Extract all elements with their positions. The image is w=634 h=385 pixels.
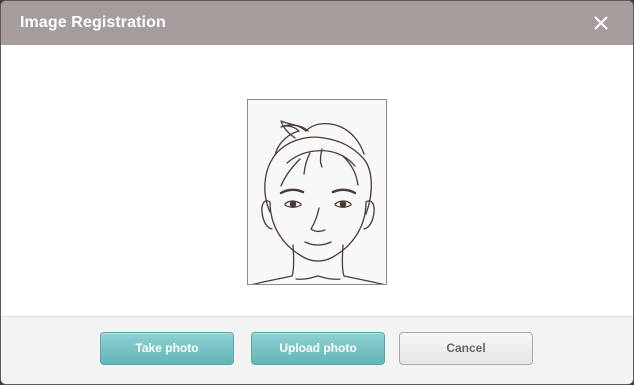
close-button[interactable] (591, 13, 611, 33)
take-photo-button[interactable]: Take photo (100, 332, 234, 365)
image-registration-dialog: Image Registration Take photo Upload pho… (0, 0, 634, 385)
upload-photo-button[interactable]: Upload photo (251, 332, 385, 365)
cancel-button[interactable]: Cancel (399, 332, 533, 365)
face-placeholder-icon (252, 120, 384, 284)
close-icon (594, 16, 608, 30)
dialog-titlebar: Image Registration (1, 1, 633, 45)
page: Image Registration Take photo Upload pho… (0, 0, 634, 385)
dialog-content (1, 45, 633, 316)
dialog-title: Image Registration (20, 14, 166, 31)
dialog-footer: Take photo Upload photo Cancel (1, 316, 633, 384)
photo-preview (247, 99, 387, 285)
